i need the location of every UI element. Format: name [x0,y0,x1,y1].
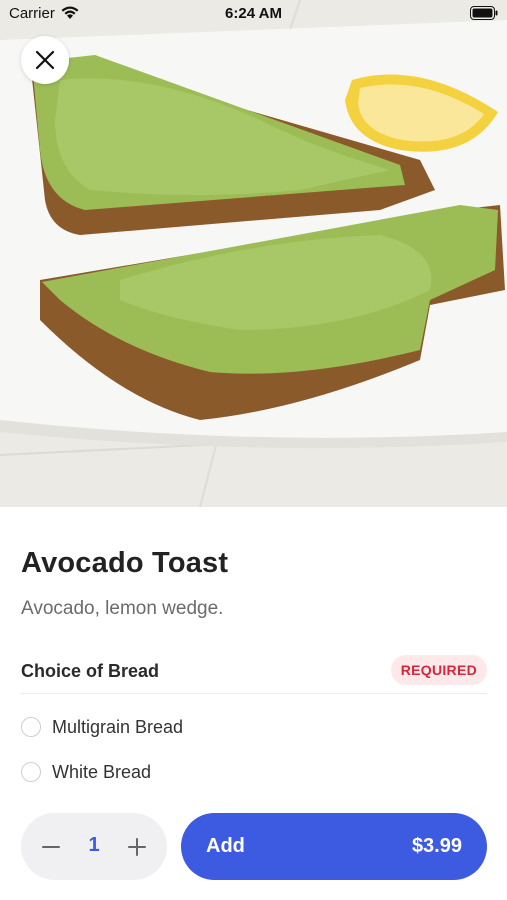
option-label: White Bread [52,761,152,782]
battery-icon [470,6,498,24]
option-label: Multigrain Bread [52,716,184,737]
option-multigrain-bread[interactable]: Multigrain Bread [21,713,183,741]
section-title: Choice of Bread [21,661,160,681]
close-button[interactable] [21,36,69,84]
status-time: 6:24 AM [225,5,282,22]
quantity-stepper: 1 [21,813,167,880]
option-white-bread[interactable]: White Bread [21,758,151,786]
increase-quantity-button[interactable] [125,835,149,859]
avocado-toast-photo [0,0,507,507]
item-detail-screen: Carrier 6:24 AM Avocado Toast Avocado, l… [0,0,507,900]
item-title: Avocado Toast [21,547,229,579]
add-button-label: Add [206,835,245,857]
radio-button[interactable] [21,717,41,737]
close-icon [35,50,55,70]
item-description: Avocado, lemon wedge. [21,598,224,619]
status-bar: Carrier 6:24 AM [0,0,507,28]
options-section-header: Choice of Bread REQUIRED [21,653,487,694]
add-button-price: $3.99 [411,835,462,857]
item-photo [0,0,507,507]
add-to-cart-button[interactable]: Add $3.99 [181,813,487,880]
plus-icon [128,838,146,856]
radio-button[interactable] [21,762,41,782]
required-badge: REQUIRED [390,655,487,685]
